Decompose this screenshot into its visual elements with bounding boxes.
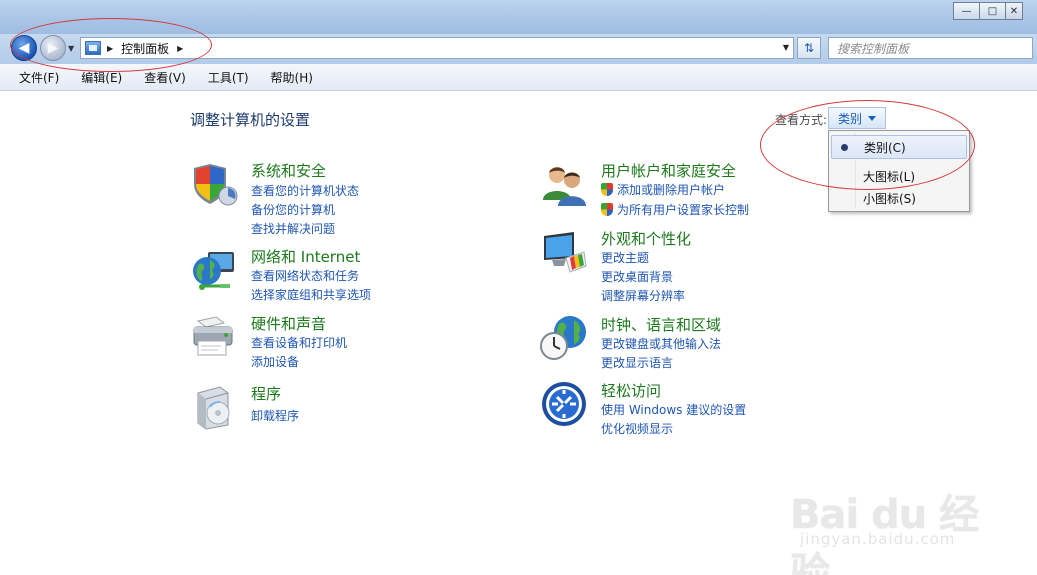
task-link[interactable]: 优化视频显示 (601, 420, 673, 437)
task-link[interactable]: 查找并解决问题 (251, 220, 335, 237)
uac-shield-icon (601, 203, 613, 216)
task-link[interactable]: 更改桌面背景 (601, 268, 673, 285)
task-link[interactable]: 查看您的计算机状态 (251, 182, 359, 199)
menu-file[interactable]: 文件(F) (19, 69, 59, 86)
category-title-link[interactable]: 用户帐户和家庭安全 (601, 160, 736, 181)
task-link[interactable]: 添加设备 (251, 353, 299, 370)
task-link-label: 为所有用户设置家长控制 (617, 203, 750, 217)
category-title-link[interactable]: 系统和安全 (251, 160, 326, 181)
task-link[interactable]: 查看网络状态和任务 (251, 267, 359, 284)
ease-of-access-icon (542, 382, 586, 426)
search-input[interactable]: 搜索控制面板 (828, 37, 1033, 59)
task-link[interactable]: 更改主题 (601, 249, 649, 266)
annotation-ellipse-address (10, 18, 212, 72)
category-title-link[interactable]: 程序 (251, 383, 281, 404)
uac-shield-icon (601, 183, 613, 196)
category-title-link[interactable]: 轻松访问 (601, 380, 661, 401)
view-option-small-icons[interactable]: 小图标(S) (831, 187, 967, 209)
task-link[interactable]: 备份您的计算机 (251, 201, 335, 218)
category-title-link[interactable]: 硬件和声音 (251, 313, 326, 334)
refresh-icon: ⇅ (803, 41, 815, 55)
menu-tools[interactable]: 工具(T) (208, 69, 249, 86)
programs-disc-icon (197, 386, 230, 430)
minimize-button[interactable]: — (953, 2, 979, 20)
network-globe-icon (193, 252, 234, 290)
category-title-link[interactable]: 网络和 Internet (251, 246, 360, 267)
clock-globe-icon (540, 316, 586, 360)
task-link[interactable]: 卸载程序 (251, 407, 299, 424)
task-link-label: 添加或删除用户帐户 (617, 183, 726, 197)
close-button[interactable]: ✕ (1005, 2, 1023, 20)
view-option-label: 小图标(S) (863, 191, 916, 206)
shield-icon (194, 164, 238, 206)
task-link[interactable]: 为所有用户设置家长控制 (601, 201, 749, 218)
address-history-dropdown-icon[interactable]: ▼ (783, 43, 789, 52)
menu-view[interactable]: 查看(V) (144, 69, 186, 86)
category-title-link[interactable]: 外观和个性化 (601, 228, 691, 249)
maximize-button[interactable]: □ (979, 2, 1005, 20)
task-link[interactable]: 查看设备和打印机 (251, 334, 347, 351)
task-link[interactable]: 使用 Windows 建议的设置 (601, 401, 746, 418)
printer-icon (193, 316, 233, 356)
category-title-link[interactable]: 时钟、语言和区域 (601, 314, 721, 335)
task-link[interactable]: 添加或删除用户帐户 (601, 181, 725, 198)
menu-help[interactable]: 帮助(H) (271, 69, 313, 86)
annotation-ellipse-view-by (760, 100, 975, 190)
window-controls: — □ ✕ (953, 2, 1023, 20)
task-link[interactable]: 更改键盘或其他输入法 (601, 335, 721, 352)
monitor-palette-icon (544, 232, 587, 273)
task-link[interactable]: 更改显示语言 (601, 354, 673, 371)
page-title: 调整计算机的设置 (190, 111, 311, 129)
refresh-button[interactable]: ⇅ (797, 37, 821, 59)
baidu-jingyan-logo: Bai du 经验 (790, 492, 979, 575)
task-link[interactable]: 调整屏幕分辨率 (601, 287, 685, 304)
task-link[interactable]: 选择家庭组和共享选项 (251, 286, 371, 303)
watermark-url: jingyan.baidu.com (800, 530, 956, 548)
baidu-watermark: Bai du 经验 jingyan.baidu.com (790, 480, 1000, 575)
users-icon (543, 167, 586, 206)
